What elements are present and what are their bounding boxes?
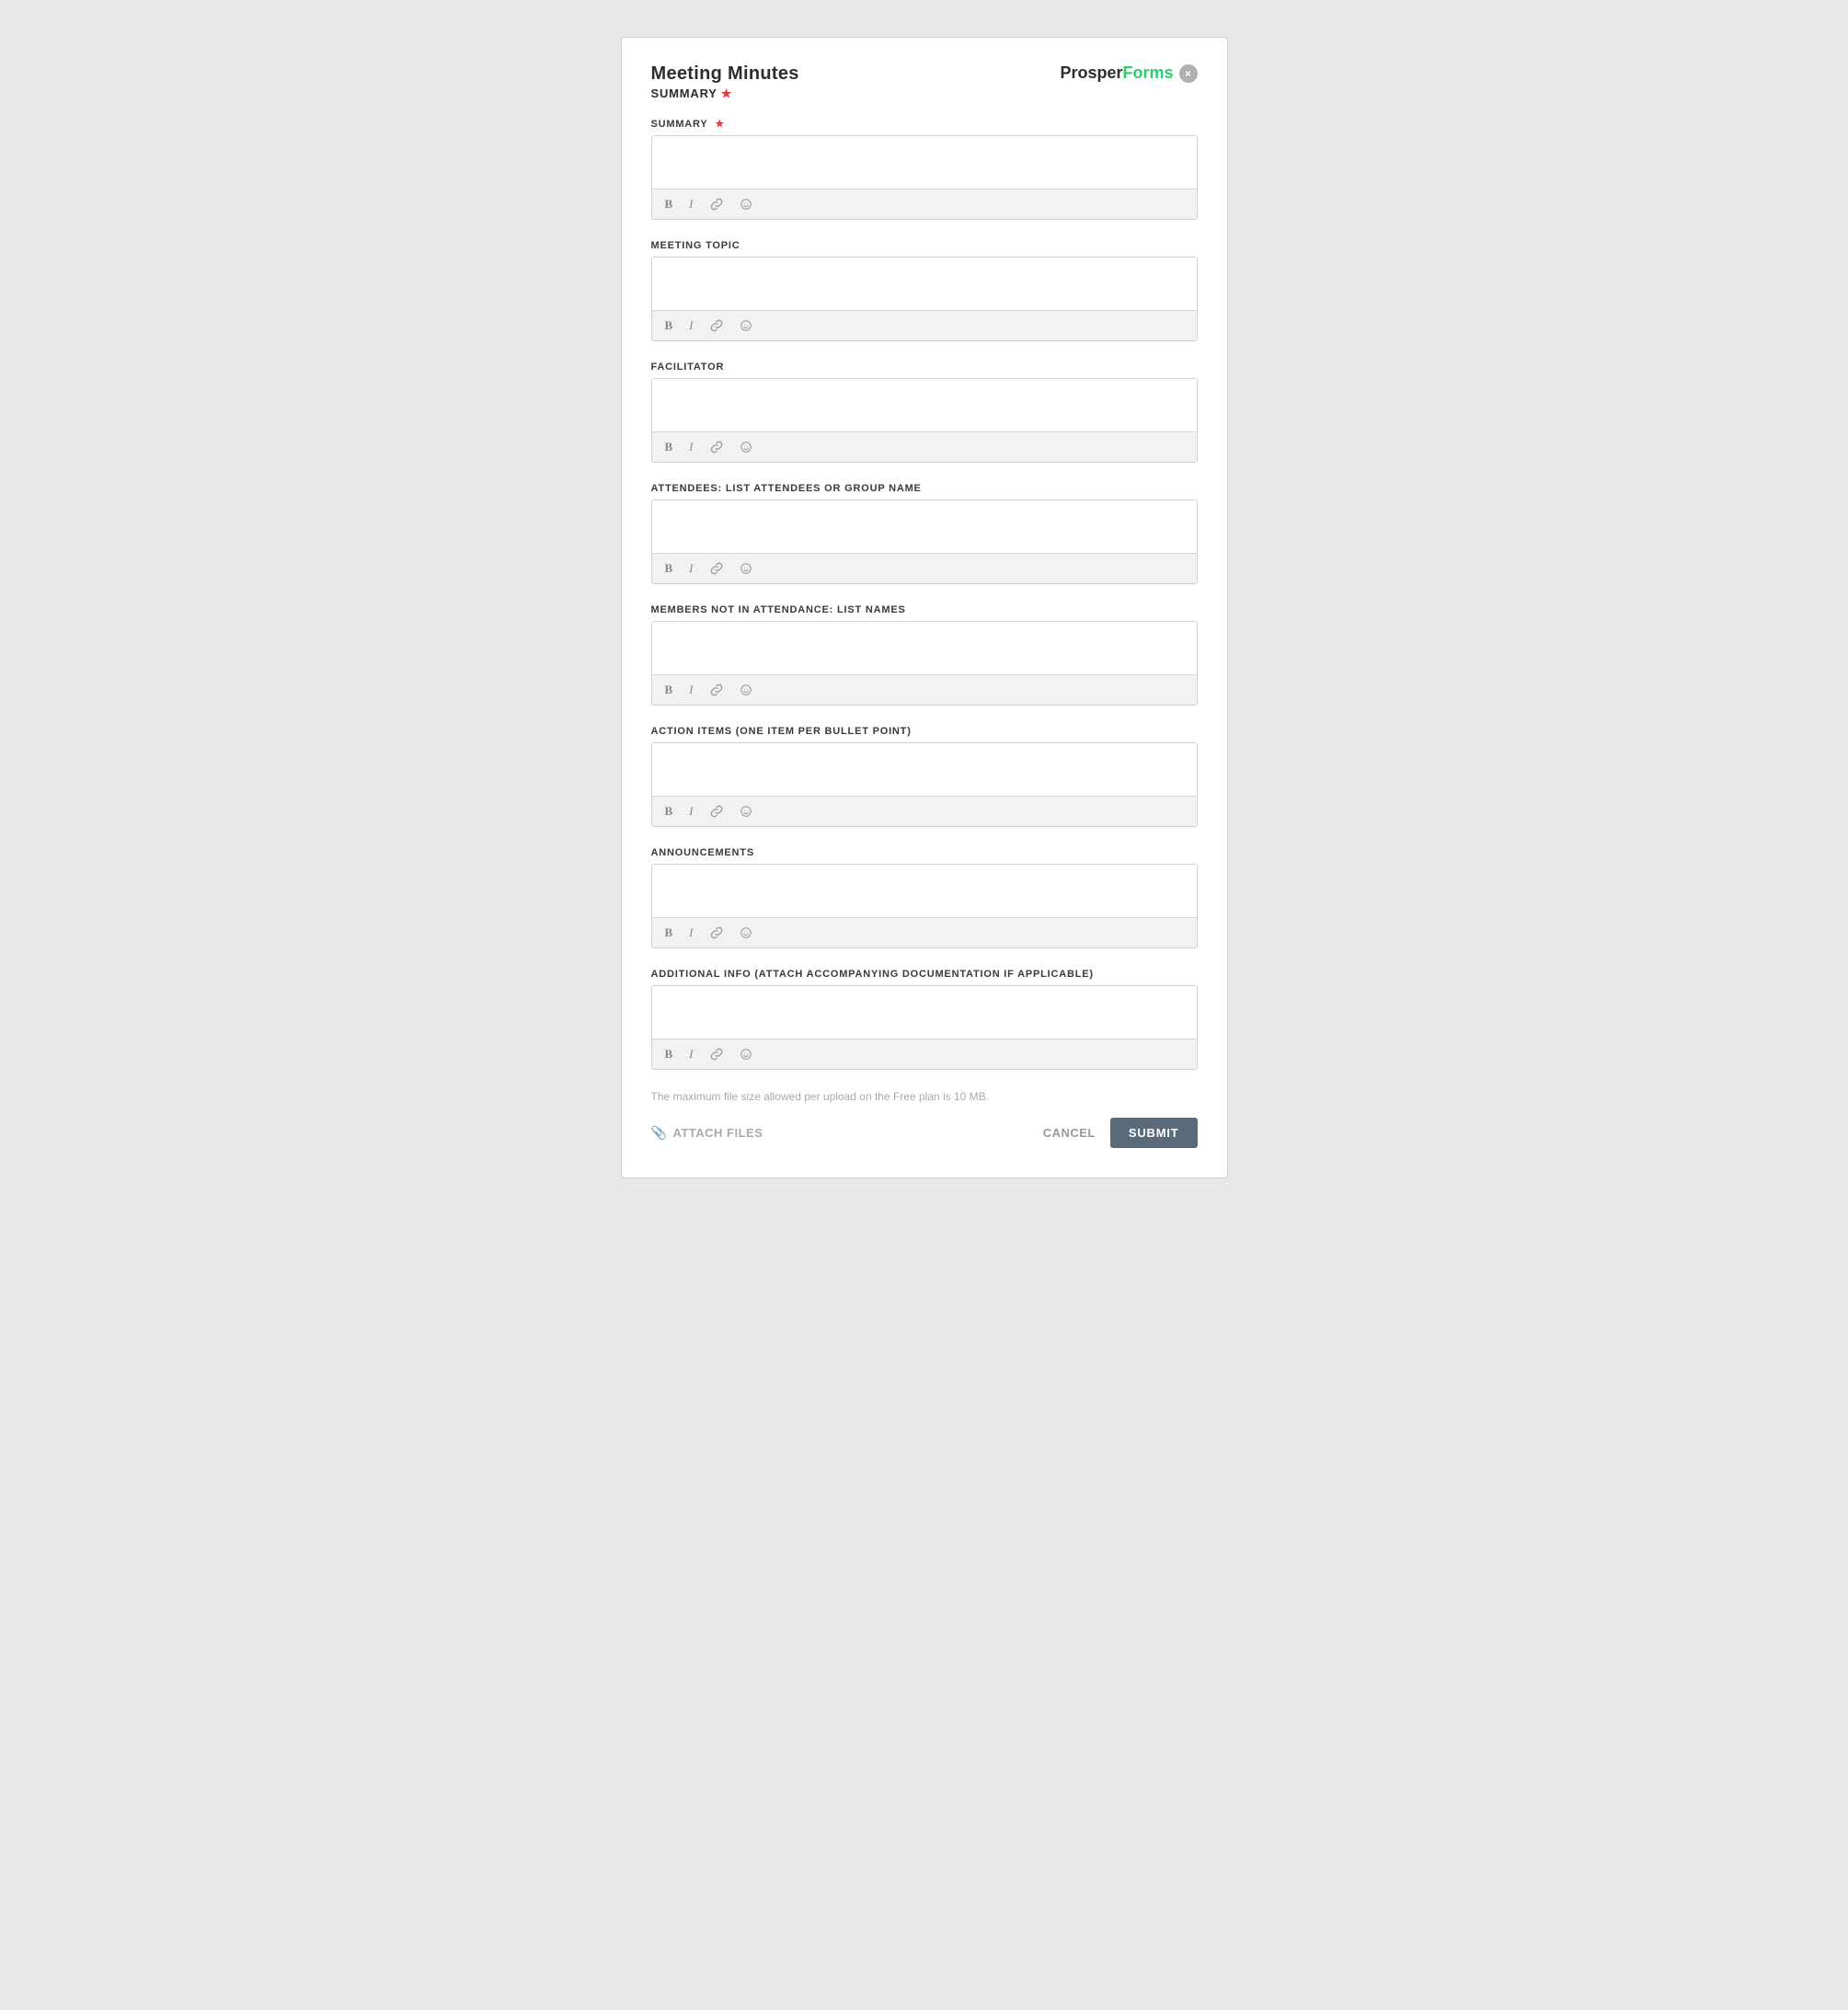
italic-button-summary[interactable]: I (685, 195, 696, 213)
toolbar-action-items: BI (652, 796, 1197, 826)
rich-text-area-members-not-attending: BI (651, 621, 1198, 706)
link-button-attendees[interactable] (706, 560, 727, 577)
field-section-facilitator: FACILITATOR BI (651, 362, 1198, 463)
italic-button-attendees[interactable]: I (685, 559, 696, 578)
field-label-meeting-topic: MEETING TOPIC (651, 240, 1198, 251)
emoji-button-announcements[interactable] (736, 925, 756, 941)
bold-button-action-items[interactable]: B (661, 802, 677, 821)
emoji-button-meeting-topic[interactable] (736, 317, 756, 334)
field-section-attendees: ATTENDEES: LIST ATTENDEES OR GROUP NAME B… (651, 483, 1198, 584)
field-section-action-items: ACTION ITEMS (ONE ITEM PER BULLET POINT)… (651, 726, 1198, 827)
attach-label: ATTACH FILES (672, 1126, 763, 1140)
paperclip-icon: 📎 (651, 1125, 668, 1141)
toolbar-facilitator: BI (652, 431, 1197, 462)
field-label-action-items: ACTION ITEMS (ONE ITEM PER BULLET POINT) (651, 726, 1198, 737)
link-button-summary[interactable] (706, 196, 727, 212)
link-button-meeting-topic[interactable] (706, 317, 727, 334)
form-subtitle: SUMMARY★ (651, 86, 799, 101)
footer-actions: 📎 ATTACH FILES CANCEL SUBMIT (651, 1118, 1198, 1148)
fields-container: SUMMARY ★BI MEETING TOPICBI FACILITATORB… (651, 118, 1198, 1070)
emoji-button-summary[interactable] (736, 196, 756, 212)
logo-wrapper: ProsperForms × (1060, 63, 1197, 83)
toolbar-attendees: BI (652, 553, 1197, 583)
emoji-button-attendees[interactable] (736, 560, 756, 577)
emoji-button-facilitator[interactable] (736, 439, 756, 455)
text-input-summary[interactable] (652, 136, 1197, 184)
italic-button-members-not-attending[interactable]: I (685, 681, 696, 699)
emoji-button-action-items[interactable] (736, 803, 756, 820)
title-block: Meeting Minutes SUMMARY★ (651, 63, 799, 101)
bold-button-meeting-topic[interactable]: B (661, 316, 677, 335)
bold-button-summary[interactable]: B (661, 195, 677, 213)
text-input-meeting-topic[interactable] (652, 258, 1197, 305)
text-input-attendees[interactable] (652, 500, 1197, 548)
form-container: Meeting Minutes SUMMARY★ ProsperForms × … (621, 37, 1228, 1178)
field-section-meeting-topic: MEETING TOPIC BI (651, 240, 1198, 341)
cancel-button[interactable]: CANCEL (1043, 1126, 1096, 1140)
submit-button[interactable]: SUBMIT (1110, 1118, 1198, 1148)
italic-button-additional-info[interactable]: I (685, 1045, 696, 1063)
link-button-members-not-attending[interactable] (706, 682, 727, 698)
logo-prosper: Prosper (1060, 63, 1122, 83)
bold-button-additional-info[interactable]: B (661, 1045, 677, 1063)
text-input-additional-info[interactable] (652, 986, 1197, 1034)
italic-button-action-items[interactable]: I (685, 802, 696, 821)
italic-button-facilitator[interactable]: I (685, 438, 696, 456)
field-section-members-not-attending: MEMBERS NOT IN ATTENDANCE: LIST NAMES BI (651, 604, 1198, 706)
field-label-attendees: ATTENDEES: LIST ATTENDEES OR GROUP NAME (651, 483, 1198, 494)
field-label-additional-info: ADDITIONAL INFO (ATTACH ACCOMPANYING DOC… (651, 969, 1198, 980)
logo-forms: Forms (1122, 63, 1173, 83)
link-button-facilitator[interactable] (706, 439, 727, 455)
rich-text-area-summary: BI (651, 135, 1198, 220)
toolbar-announcements: BI (652, 917, 1197, 948)
rich-text-area-meeting-topic: BI (651, 257, 1198, 341)
close-button[interactable]: × (1179, 64, 1198, 83)
footer-note: The maximum file size allowed per upload… (651, 1090, 1198, 1103)
italic-button-announcements[interactable]: I (685, 924, 696, 942)
text-input-action-items[interactable] (652, 743, 1197, 791)
required-star: ★ (712, 119, 726, 130)
toolbar-additional-info: BI (652, 1039, 1197, 1069)
rich-text-area-additional-info: BI (651, 985, 1198, 1070)
text-input-members-not-attending[interactable] (652, 622, 1197, 670)
rich-text-area-action-items: BI (651, 742, 1198, 827)
bold-button-announcements[interactable]: B (661, 924, 677, 942)
toolbar-members-not-attending: BI (652, 674, 1197, 705)
field-section-summary: SUMMARY ★ BI (651, 118, 1198, 220)
link-button-action-items[interactable] (706, 803, 727, 820)
logo: ProsperForms (1060, 63, 1173, 83)
rich-text-area-attendees: BI (651, 500, 1198, 584)
field-label-facilitator: FACILITATOR (651, 362, 1198, 373)
form-header: Meeting Minutes SUMMARY★ ProsperForms × (651, 63, 1198, 101)
bold-button-facilitator[interactable]: B (661, 438, 677, 456)
right-buttons: CANCEL SUBMIT (1043, 1118, 1198, 1148)
rich-text-area-announcements: BI (651, 864, 1198, 948)
rich-text-area-facilitator: BI (651, 378, 1198, 463)
field-label-summary: SUMMARY ★ (651, 118, 1198, 130)
form-title: Meeting Minutes (651, 63, 799, 85)
link-button-additional-info[interactable] (706, 1046, 727, 1062)
field-section-announcements: ANNOUNCEMENTS BI (651, 847, 1198, 948)
toolbar-summary: BI (652, 189, 1197, 219)
attach-files-button[interactable]: 📎 ATTACH FILES (651, 1125, 763, 1141)
field-section-additional-info: ADDITIONAL INFO (ATTACH ACCOMPANYING DOC… (651, 969, 1198, 1070)
emoji-button-members-not-attending[interactable] (736, 682, 756, 698)
bold-button-attendees[interactable]: B (661, 559, 677, 578)
emoji-button-additional-info[interactable] (736, 1046, 756, 1062)
text-input-announcements[interactable] (652, 865, 1197, 913)
required-star: ★ (721, 86, 732, 100)
italic-button-meeting-topic[interactable]: I (685, 316, 696, 335)
text-input-facilitator[interactable] (652, 379, 1197, 427)
link-button-announcements[interactable] (706, 925, 727, 941)
bold-button-members-not-attending[interactable]: B (661, 681, 677, 699)
field-label-announcements: ANNOUNCEMENTS (651, 847, 1198, 858)
toolbar-meeting-topic: BI (652, 310, 1197, 340)
field-label-members-not-attending: MEMBERS NOT IN ATTENDANCE: LIST NAMES (651, 604, 1198, 615)
